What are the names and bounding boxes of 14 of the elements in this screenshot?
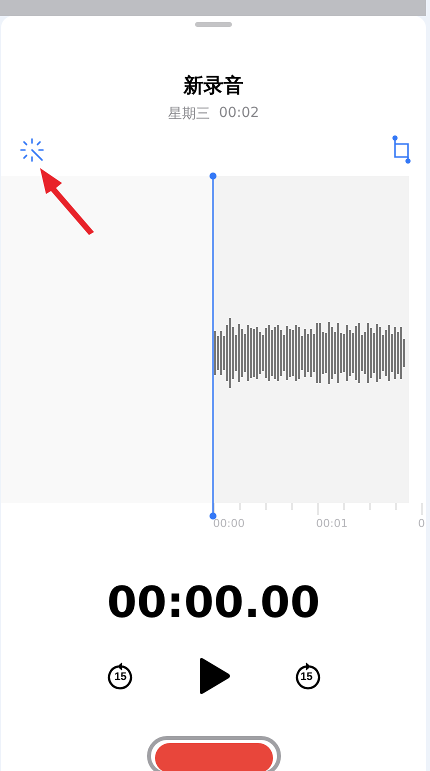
time-label: 00:00	[213, 516, 245, 530]
recording-date: 星期三	[168, 104, 210, 123]
grabber-handle[interactable]	[195, 22, 232, 27]
elapsed-time: 00:00.00	[106, 578, 320, 628]
recording-title: 新录音	[184, 72, 244, 99]
skip-forward-button[interactable]: 15	[292, 660, 322, 692]
recording-duration: 00:02	[218, 104, 260, 123]
time-label: 00:01	[316, 516, 348, 530]
playhead-handle[interactable]	[208, 172, 218, 520]
record-button[interactable]	[146, 736, 280, 771]
skip-back-button[interactable]: 15	[106, 660, 136, 692]
magic-wand-icon[interactable]	[19, 137, 45, 164]
crop-icon[interactable]	[392, 135, 412, 166]
time-label: 0	[418, 516, 425, 530]
